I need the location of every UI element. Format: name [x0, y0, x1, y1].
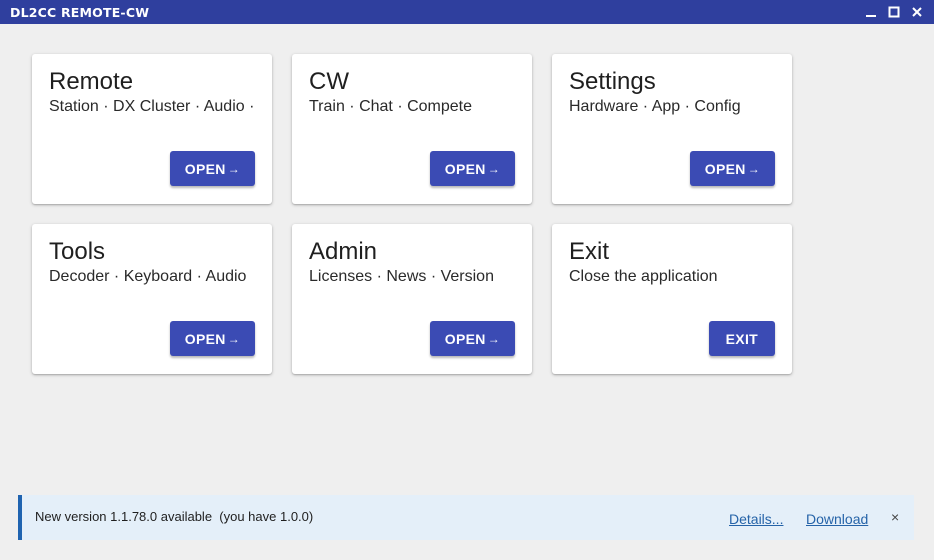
download-link[interactable]: Download	[806, 511, 868, 527]
open-cw-button[interactable]: OPEN →	[429, 151, 515, 186]
card-remote: Remote Station · DX Cluster · Audio · OP…	[32, 54, 272, 204]
minimize-icon[interactable]	[864, 5, 878, 19]
card-title: Remote	[49, 68, 134, 95]
arrow-right-icon: →	[487, 161, 500, 176]
card-exit: Exit Close the application EXIT	[552, 224, 792, 374]
card-settings: Settings Hardware · App · Config OPEN →	[552, 54, 792, 204]
title-bar: DL2CC REMOTE-CW	[0, 0, 934, 24]
card-cw: CW Train · Chat · Compete OPEN →	[292, 54, 532, 204]
details-link[interactable]: Details...	[729, 511, 783, 527]
update-message: New version 1.1.78.0 available (you have…	[35, 509, 314, 524]
card-title: Settings	[569, 68, 656, 95]
exit-button[interactable]: EXIT	[708, 321, 775, 356]
card-tools: Tools Decoder · Keyboard · Audio OPEN →	[32, 224, 272, 374]
card-subtitle: Station · DX Cluster · Audio ·	[49, 98, 255, 115]
card-subtitle: Close the application	[569, 268, 718, 285]
open-admin-button[interactable]: OPEN →	[429, 321, 515, 356]
banner-accent-stripe	[18, 495, 22, 540]
button-label: OPEN	[444, 330, 486, 347]
card-title: CW	[309, 68, 349, 95]
card-admin: Admin Licenses · News · Version OPEN →	[292, 224, 532, 374]
maximize-icon[interactable]	[887, 5, 901, 19]
window-controls	[864, 0, 924, 24]
button-label: EXIT	[725, 330, 758, 347]
button-label: OPEN	[184, 160, 226, 177]
card-subtitle: Decoder · Keyboard · Audio	[49, 268, 247, 285]
close-icon[interactable]	[910, 5, 924, 19]
card-title: Exit	[569, 238, 610, 265]
button-label: OPEN	[184, 330, 226, 347]
card-title: Admin	[309, 238, 378, 265]
arrow-right-icon: →	[227, 161, 240, 176]
close-icon[interactable]: ×	[891, 509, 899, 525]
button-label: OPEN	[704, 160, 746, 177]
card-subtitle: Train · Chat · Compete	[309, 98, 473, 115]
update-banner: New version 1.1.78.0 available (you have…	[18, 495, 914, 540]
open-remote-button[interactable]: OPEN →	[169, 151, 255, 186]
arrow-right-icon: →	[227, 331, 240, 346]
card-subtitle: Licenses · News · Version	[309, 268, 494, 285]
card-title: Tools	[49, 238, 106, 265]
button-label: OPEN	[444, 160, 486, 177]
window-title: DL2CC REMOTE-CW	[10, 4, 150, 20]
card-subtitle: Hardware · App · Config	[569, 98, 741, 115]
arrow-right-icon: →	[747, 161, 760, 176]
open-tools-button[interactable]: OPEN →	[169, 321, 255, 356]
open-settings-button[interactable]: OPEN →	[689, 151, 775, 186]
arrow-right-icon: →	[487, 331, 500, 346]
